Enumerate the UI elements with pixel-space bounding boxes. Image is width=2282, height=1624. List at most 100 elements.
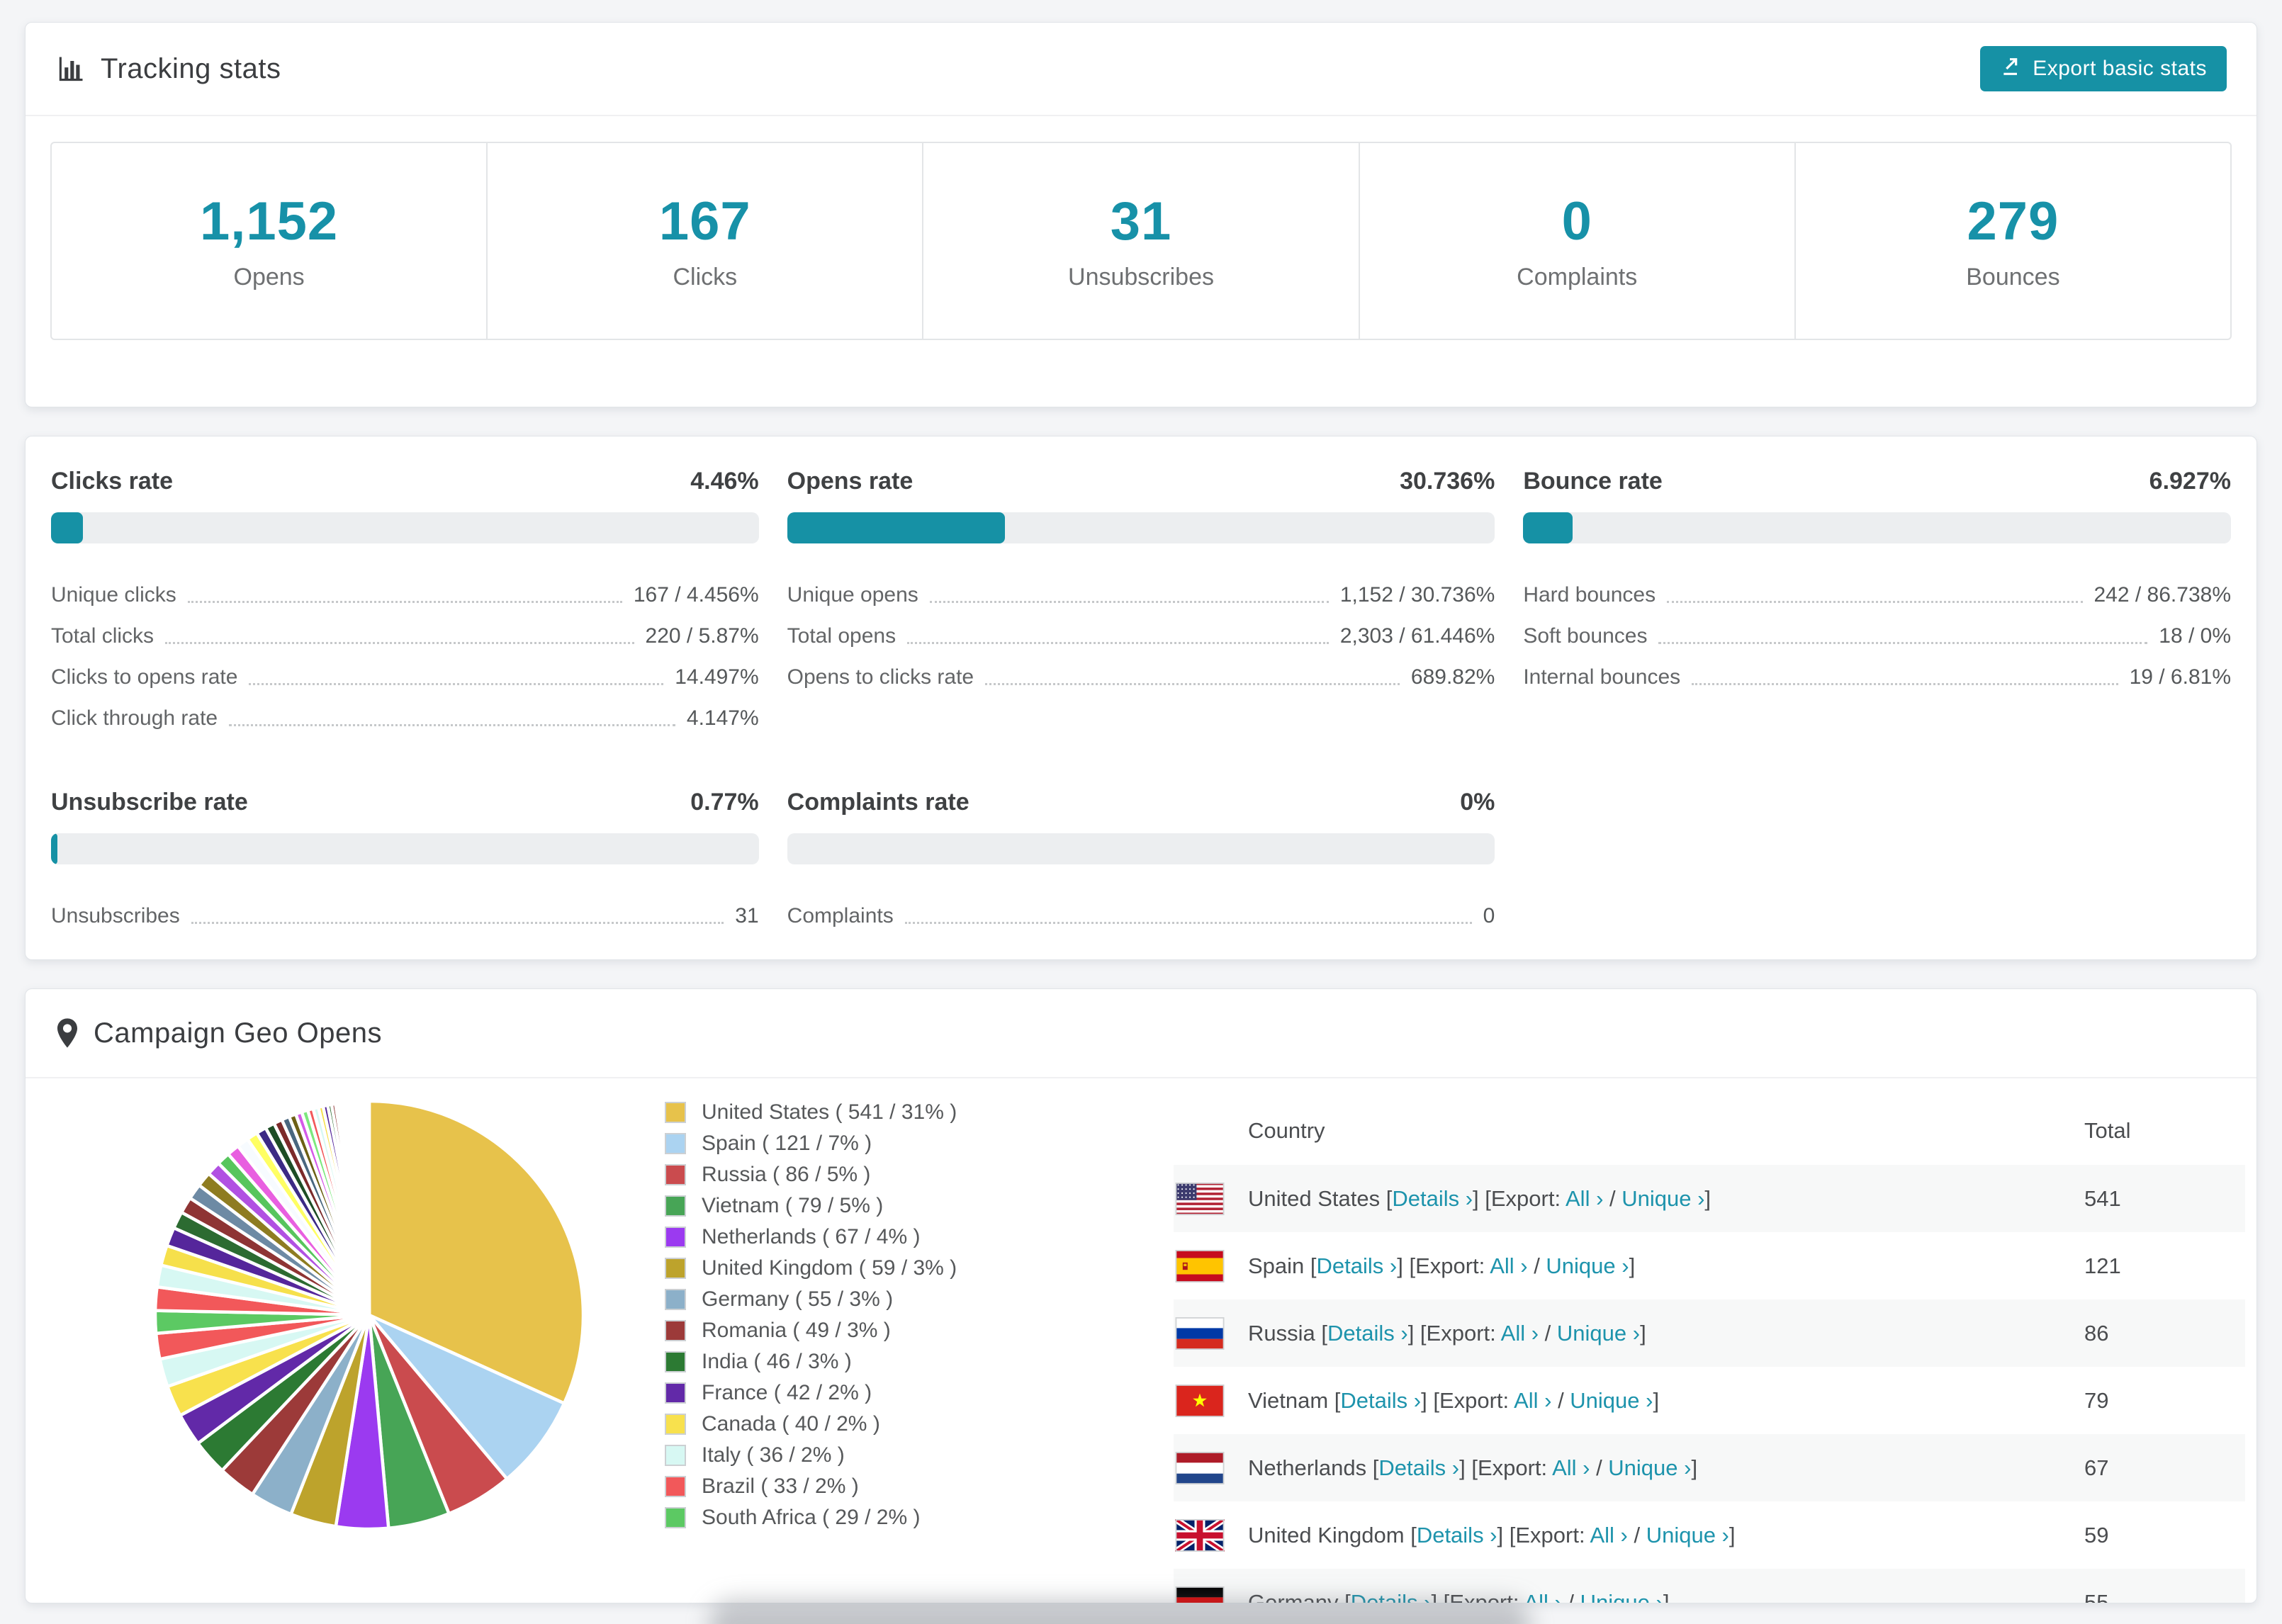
dotted-leader [1667,600,2083,603]
dotted-leader [1658,641,2148,644]
rate-row-click-through-rate: Click through rate 4.147% [51,706,759,730]
details-link[interactable]: Details › [1317,1253,1398,1278]
rate-value: 4.46% [690,468,759,495]
details-link[interactable]: Details › [1392,1186,1473,1211]
export-unique-link[interactable]: Unique › [1646,1523,1729,1547]
export-unique-link[interactable]: Unique › [1608,1455,1691,1480]
details-link[interactable]: Details › [1378,1455,1459,1480]
export-unique-link[interactable]: Unique › [1580,1590,1663,1603]
stat-label: Clicks [673,264,738,291]
flag-gb-icon [1175,1518,1225,1552]
geo-table-row-spain: Spain [Details ›] [Export: All › / Uniqu… [1174,1232,2245,1299]
legend-item-brazil[interactable]: Brazil ( 33 / 2% ) [665,1471,957,1502]
legend-swatch [665,1320,686,1341]
legend-item-romania[interactable]: Romania ( 49 / 3% ) [665,1315,957,1346]
map-pin-icon [55,1017,79,1049]
legend-item-united-states[interactable]: United States ( 541 / 31% ) [665,1097,957,1128]
rate-progress-fill [787,512,1005,543]
summary-stat-opens: 1,152 Opens [50,142,488,340]
geo-card: Campaign Geo Opens United States ( 541 /… [25,988,2257,1603]
summary-stat-bounces: 279 Bounces [1794,142,2232,340]
geo-content: United States ( 541 / 31% ) Spain ( 121 /… [26,1078,2256,1603]
rate-row-hard-bounces: Hard bounces 242 / 86.738% [1523,583,2231,607]
column-total: Total [2084,1117,2131,1143]
legend-item-united-kingdom[interactable]: United Kingdom ( 59 / 3% ) [665,1253,957,1284]
legend-label: Germany ( 55 / 3% ) [702,1287,894,1311]
export-all-link[interactable]: All › [1552,1455,1590,1480]
country-total: 541 [2084,1185,2121,1211]
rate-title: Clicks rate [51,468,173,495]
export-all-link[interactable]: All › [1490,1253,1527,1278]
export-all-link[interactable]: All › [1524,1590,1561,1603]
export-all-link[interactable]: All › [1501,1321,1539,1346]
rate-progress-bar [51,833,759,864]
export-all-link[interactable]: All › [1590,1523,1627,1547]
rate-progress-bar [787,512,1495,543]
legend-item-france[interactable]: France ( 42 / 2% ) [665,1377,957,1409]
legend-item-italy[interactable]: Italy ( 36 / 2% ) [665,1440,957,1471]
rate-progress-bar [51,512,759,543]
export-all-link[interactable]: All › [1566,1186,1603,1211]
flag-ru-icon [1175,1316,1225,1350]
stat-value: 31 [1110,191,1172,252]
geo-title-label: Campaign Geo Opens [94,1017,383,1049]
rate-progress-fill [51,512,83,543]
legend-item-india[interactable]: India ( 46 / 3% ) [665,1346,957,1377]
export-unique-link[interactable]: Unique › [1621,1186,1704,1211]
rate-block-bounce-rate: Bounce rate 6.927% Hard bounces 242 / 86.73… [1523,468,2231,739]
legend-swatch [665,1382,686,1404]
rate-progress-fill [1523,512,1573,543]
legend-label: Russia ( 86 / 5% ) [702,1163,871,1186]
rate-row-opens-to-clicks-rate: Opens to clicks rate 689.82% [787,665,1495,689]
dotted-leader [1692,682,2118,685]
bar-chart-icon [55,53,86,84]
dotted-leader [907,641,1329,644]
legend-item-vietnam[interactable]: Vietnam ( 79 / 5% ) [665,1190,957,1222]
dotted-leader [249,682,664,685]
rate-row-unique-opens: Unique opens 1,152 / 30.736% [787,583,1495,607]
legend-label: United Kingdom ( 59 / 3% ) [702,1256,957,1280]
page: Tracking stats Export basic stats 1,152 O… [25,22,2257,1603]
legend-label: Netherlands ( 67 / 4% ) [702,1225,921,1248]
rate-block-complaints-rate: Complaints rate 0% Complaints 0 [787,789,1495,937]
stat-label: Complaints [1517,264,1638,291]
export-unique-link[interactable]: Unique › [1546,1253,1629,1278]
legend-label: Vietnam ( 79 / 5% ) [702,1194,884,1217]
dotted-leader [165,641,634,644]
legend-swatch [665,1195,686,1217]
geo-title: Campaign Geo Opens [55,1017,382,1049]
export-unique-link[interactable]: Unique › [1570,1388,1653,1413]
legend-swatch [665,1351,686,1372]
legend-label: Spain ( 121 / 7% ) [702,1132,872,1155]
country-name: Netherlands [1248,1455,1373,1480]
rate-value: 30.736% [1400,468,1495,495]
stat-value: 279 [1967,191,2059,252]
rate-block-clicks-rate: Clicks rate 4.46% Unique clicks 167 / 4.456… [51,468,759,739]
export-basic-stats-button[interactable]: Export basic stats [1980,46,2227,91]
geo-table-header: Country Total [1174,1096,2245,1165]
legend-swatch [665,1133,686,1154]
legend-swatch [665,1507,686,1528]
rate-progress-bar [1523,512,2231,543]
legend-item-netherlands[interactable]: Netherlands ( 67 / 4% ) [665,1222,957,1253]
export-button-label: Export basic stats [2033,57,2207,80]
details-link[interactable]: Details › [1327,1321,1408,1346]
legend-item-canada[interactable]: Canada ( 40 / 2% ) [665,1409,957,1440]
details-link[interactable]: Details › [1340,1388,1421,1413]
details-link[interactable]: Details › [1417,1523,1497,1547]
flag-us-icon [1175,1182,1225,1215]
dotted-leader [904,921,1472,924]
export-icon [2000,55,2023,83]
dotted-leader [985,682,1400,685]
rate-value: 0.77% [690,789,759,816]
country-name: United Kingdom [1248,1522,1411,1547]
legend-item-south-africa[interactable]: South Africa ( 29 / 2% ) [665,1502,957,1533]
legend-item-spain[interactable]: Spain ( 121 / 7% ) [665,1128,957,1159]
export-unique-link[interactable]: Unique › [1557,1321,1640,1346]
export-all-link[interactable]: All › [1514,1388,1551,1413]
legend-item-russia[interactable]: Russia ( 86 / 5% ) [665,1159,957,1190]
country-total: 79 [2084,1387,2109,1413]
rate-row-complaints: Complaints 0 [787,904,1495,927]
rate-value: 6.927% [2149,468,2231,495]
legend-item-germany[interactable]: Germany ( 55 / 3% ) [665,1284,957,1315]
